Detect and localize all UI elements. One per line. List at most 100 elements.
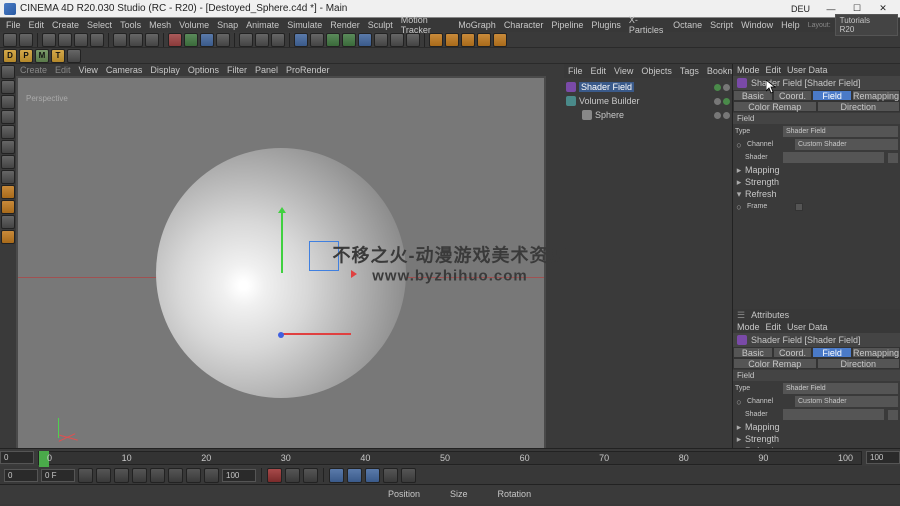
spline-button[interactable] bbox=[310, 33, 324, 47]
goto-start-button[interactable] bbox=[78, 468, 93, 483]
move-tool[interactable] bbox=[58, 33, 72, 47]
view-menu-view[interactable]: View bbox=[79, 65, 98, 75]
menu-help[interactable]: Help bbox=[777, 20, 804, 30]
octane-button[interactable] bbox=[461, 33, 475, 47]
om-edit[interactable]: Edit bbox=[591, 66, 607, 76]
xy-plane-handle[interactable] bbox=[309, 241, 339, 271]
tab-remapping[interactable]: Remapping bbox=[852, 347, 900, 358]
undo-button[interactable] bbox=[3, 33, 17, 47]
render-button[interactable] bbox=[271, 33, 285, 47]
locked-workplane-button[interactable] bbox=[1, 215, 15, 229]
attr-edit[interactable]: Edit bbox=[766, 65, 782, 75]
object-tree[interactable]: Shader Field Volume Builder Sphere bbox=[564, 78, 732, 470]
menu-render[interactable]: Render bbox=[326, 20, 364, 30]
menu-volume[interactable]: Volume bbox=[175, 20, 213, 30]
menu-mesh[interactable]: Mesh bbox=[145, 20, 175, 30]
view-menu-display[interactable]: Display bbox=[150, 65, 180, 75]
tree-row-volumebuilder[interactable]: Volume Builder bbox=[566, 94, 730, 108]
light-button[interactable] bbox=[406, 33, 420, 47]
play-forward-button[interactable] bbox=[150, 468, 165, 483]
view-menu-filter[interactable]: Filter bbox=[227, 65, 247, 75]
visibility-dot[interactable] bbox=[714, 84, 721, 91]
key-param-button[interactable] bbox=[383, 468, 398, 483]
shader-arrow-icon[interactable] bbox=[888, 153, 898, 163]
timeline[interactable]: 0 0102030405060708090100 100 bbox=[0, 448, 900, 466]
tool-btn[interactable] bbox=[145, 33, 159, 47]
group-mapping[interactable]: ▸Mapping bbox=[733, 164, 900, 176]
menu-edit[interactable]: Edit bbox=[25, 20, 49, 30]
attr2-edit[interactable]: Edit bbox=[766, 322, 782, 332]
prev-key-button[interactable] bbox=[96, 468, 111, 483]
menu-character[interactable]: Character bbox=[500, 20, 548, 30]
edge-mode-button[interactable] bbox=[1, 125, 15, 139]
tool-btn[interactable] bbox=[129, 33, 143, 47]
tab-coord[interactable]: Coord. bbox=[773, 90, 813, 101]
attr-mode[interactable]: Mode bbox=[737, 65, 760, 75]
current-frame[interactable]: 0 F bbox=[41, 469, 75, 482]
texture-mode-button[interactable] bbox=[1, 80, 15, 94]
next-frame-button[interactable] bbox=[168, 468, 183, 483]
group-strength2[interactable]: ▸Strength bbox=[733, 433, 900, 445]
deformer-button[interactable] bbox=[358, 33, 372, 47]
goto-end-button[interactable] bbox=[204, 468, 219, 483]
snap-button[interactable] bbox=[1, 185, 15, 199]
enable-axis-button[interactable] bbox=[1, 155, 15, 169]
record-button[interactable] bbox=[267, 468, 282, 483]
layout-selector[interactable]: Tutorials R20 bbox=[835, 14, 898, 36]
prev-frame-button[interactable] bbox=[114, 468, 129, 483]
tree-row-shaderfield[interactable]: Shader Field bbox=[566, 80, 730, 94]
key-pos-button[interactable] bbox=[329, 468, 344, 483]
octane-button[interactable] bbox=[445, 33, 459, 47]
quantize-button[interactable] bbox=[1, 200, 15, 214]
tab-coord[interactable]: Coord. bbox=[773, 347, 813, 358]
frame-end[interactable]: 100 bbox=[866, 451, 900, 464]
next-key-button[interactable] bbox=[186, 468, 201, 483]
render-dot[interactable] bbox=[723, 98, 730, 105]
menu-snap[interactable]: Snap bbox=[213, 20, 242, 30]
select-tool[interactable] bbox=[42, 33, 56, 47]
octane-button[interactable] bbox=[493, 33, 507, 47]
attr2-mode[interactable]: Mode bbox=[737, 322, 760, 332]
type-dropdown[interactable]: Shader Field bbox=[783, 126, 898, 137]
tab-colorremap[interactable]: Color Remap bbox=[733, 101, 817, 112]
render-dot[interactable] bbox=[723, 84, 730, 91]
mode-extra[interactable] bbox=[67, 49, 81, 63]
key-rot-button[interactable] bbox=[365, 468, 380, 483]
keyframe-button[interactable] bbox=[303, 468, 318, 483]
planar-workplane-button[interactable] bbox=[1, 230, 15, 244]
attr2-userdata[interactable]: User Data bbox=[787, 322, 828, 332]
shader-slot[interactable] bbox=[783, 152, 884, 163]
view-menu-options[interactable]: Options bbox=[188, 65, 219, 75]
scale-tool[interactable] bbox=[74, 33, 88, 47]
menu-sculpt[interactable]: Sculpt bbox=[364, 20, 397, 30]
shader-slot2[interactable] bbox=[783, 409, 884, 420]
tab-field[interactable]: Field bbox=[812, 347, 852, 358]
menu-script[interactable]: Script bbox=[706, 20, 737, 30]
range-start[interactable]: 0 bbox=[4, 469, 38, 482]
view-create[interactable]: Create bbox=[20, 65, 47, 75]
redo-button[interactable] bbox=[19, 33, 33, 47]
z-axis-icon[interactable] bbox=[278, 332, 284, 338]
mode-d[interactable]: D bbox=[3, 49, 17, 63]
poly-mode-button[interactable] bbox=[1, 140, 15, 154]
camera-button[interactable] bbox=[390, 33, 404, 47]
workplane-button[interactable] bbox=[1, 95, 15, 109]
mode-p[interactable]: P bbox=[19, 49, 33, 63]
tab-field[interactable]: Field bbox=[812, 90, 852, 101]
tab-direction[interactable]: Direction bbox=[817, 358, 900, 369]
key-pla-button[interactable] bbox=[401, 468, 416, 483]
view-menu-panel[interactable]: Panel bbox=[255, 65, 278, 75]
om-tags[interactable]: Tags bbox=[680, 66, 699, 76]
mid-divider[interactable] bbox=[546, 64, 564, 470]
view-menu-prorender[interactable]: ProRender bbox=[286, 65, 330, 75]
x-axis-icon[interactable] bbox=[281, 333, 351, 335]
mode-m[interactable]: M bbox=[35, 49, 49, 63]
menu-pipeline[interactable]: Pipeline bbox=[547, 20, 587, 30]
y-axis-icon[interactable] bbox=[281, 213, 283, 273]
render-view-button[interactable] bbox=[239, 33, 253, 47]
key-scale-button[interactable] bbox=[347, 468, 362, 483]
model-mode-button[interactable] bbox=[1, 65, 15, 79]
tab-basic[interactable]: Basic bbox=[733, 90, 773, 101]
point-mode-button[interactable] bbox=[1, 110, 15, 124]
rotate-tool[interactable] bbox=[90, 33, 104, 47]
